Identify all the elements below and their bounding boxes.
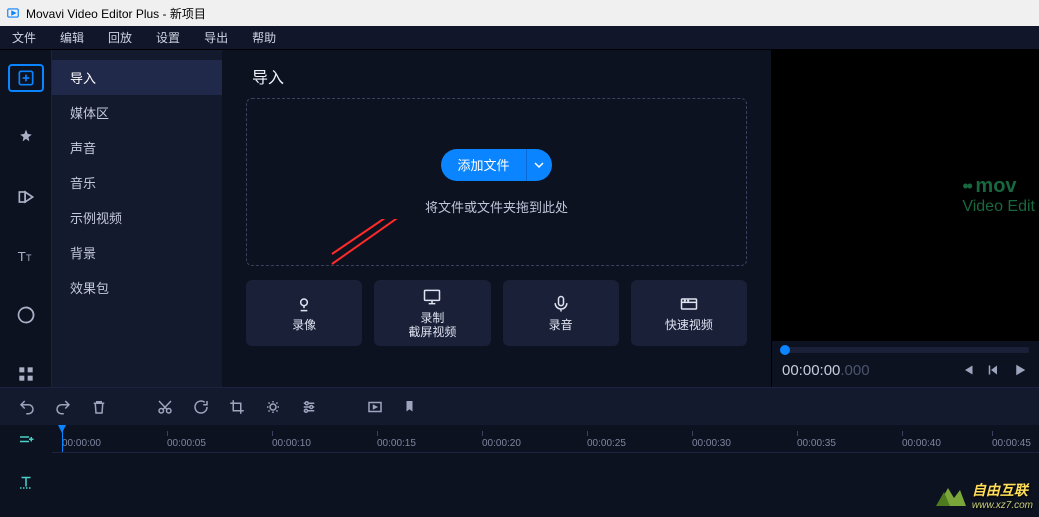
menu-playback[interactable]: 回放 <box>96 29 144 46</box>
menu-export[interactable]: 导出 <box>192 29 240 46</box>
cut-button[interactable] <box>156 398 174 416</box>
ruler-tick: 00:00:00 <box>62 431 101 449</box>
capture-screen-label: 录制截屏视频 <box>408 311 456 340</box>
nav-item-effectpacks[interactable]: 效果包 <box>52 270 222 305</box>
capture-camera-button[interactable]: 录像 <box>246 280 362 346</box>
menu-help[interactable]: 帮助 <box>240 29 288 46</box>
play-button[interactable] <box>1011 361 1029 379</box>
add-track-button[interactable] <box>17 431 35 449</box>
import-nav: 导入 媒体区 声音 音乐 示例视频 背景 效果包 <box>52 50 222 387</box>
playhead[interactable] <box>62 425 63 452</box>
ruler-tick: 00:00:40 <box>902 431 941 449</box>
mic-icon <box>551 294 571 314</box>
nav-item-media[interactable]: 媒体区 <box>52 95 222 130</box>
preview-viewport: •• mov Video Edit <box>772 50 1039 341</box>
svg-text:T: T <box>26 253 32 263</box>
capture-audio-label: 录音 <box>549 318 573 332</box>
nav-item-import[interactable]: 导入 <box>52 60 222 95</box>
preview-seekbar[interactable] <box>782 347 1029 353</box>
timeline: 00:00:00 00:00:05 00:00:10 00:00:15 00:0… <box>0 425 1039 517</box>
drop-hint: 将文件或文件夹拖到此处 <box>425 197 568 216</box>
ruler-tick: 00:00:35 <box>797 431 836 449</box>
redo-button[interactable] <box>54 398 72 416</box>
menu-settings[interactable]: 设置 <box>144 29 192 46</box>
annotation-arrow <box>327 219 477 269</box>
chevron-down-icon <box>534 160 544 170</box>
svg-text:T: T <box>17 249 25 264</box>
add-files-dropdown[interactable] <box>526 149 552 181</box>
text-track-button[interactable] <box>17 473 35 491</box>
capture-row: 录像 录制截屏视频 录音 快速视频 <box>246 280 747 346</box>
transition-wizard-button[interactable] <box>366 398 384 416</box>
nav-item-samplevideo[interactable]: 示例视频 <box>52 200 222 235</box>
capture-audio-button[interactable]: 录音 <box>503 280 619 346</box>
preview-controls: 00:00:00.000 <box>772 357 1039 387</box>
crop-button[interactable] <box>228 398 246 416</box>
nav-item-music[interactable]: 音乐 <box>52 165 222 200</box>
marker-button[interactable] <box>402 398 420 416</box>
timeline-left-controls <box>0 425 52 517</box>
ruler-tick: 00:00:25 <box>587 431 626 449</box>
ruler-tick: 00:00:05 <box>167 431 206 449</box>
menu-file[interactable]: 文件 <box>0 29 48 46</box>
step-back-button[interactable] <box>985 361 1003 379</box>
panel-title: 导入 <box>246 64 747 88</box>
window-title: Movavi Video Editor Plus - 新项目 <box>26 5 206 22</box>
tool-more[interactable] <box>8 360 44 387</box>
quick-video-label: 快速视频 <box>665 318 713 332</box>
preview-pane: •• mov Video Edit 00:00:00.000 <box>771 50 1039 387</box>
menubar: 文件 编辑 回放 设置 导出 帮助 <box>0 26 1039 50</box>
tool-strip: TT <box>0 50 52 387</box>
tool-transitions[interactable] <box>8 183 44 210</box>
color-button[interactable] <box>264 398 282 416</box>
timeline-tracks[interactable] <box>52 453 1039 517</box>
site-watermark: 自由互联 www.xz7.com <box>934 480 1033 511</box>
tool-import[interactable] <box>8 64 44 92</box>
seek-knob[interactable] <box>780 345 790 355</box>
ruler-tick: 00:00:30 <box>692 431 731 449</box>
timeline-toolbar <box>0 387 1039 425</box>
add-files-button[interactable]: 添加文件 <box>441 149 551 181</box>
quickvideo-icon <box>679 294 699 314</box>
timecode: 00:00:00.000 <box>782 361 870 379</box>
ruler-tick: 00:00:10 <box>272 431 311 449</box>
undo-button[interactable] <box>18 398 36 416</box>
adjust-button[interactable] <box>300 398 318 416</box>
nav-item-backgrounds[interactable]: 背景 <box>52 235 222 270</box>
add-files-label: 添加文件 <box>441 155 525 174</box>
tool-stickers[interactable] <box>8 301 44 328</box>
prev-frame-button[interactable] <box>959 361 977 379</box>
capture-camera-label: 录像 <box>292 318 316 332</box>
screen-icon <box>422 287 442 307</box>
delete-button[interactable] <box>90 398 108 416</box>
ruler-tick: 00:00:45 <box>992 431 1031 449</box>
tool-titles[interactable]: TT <box>8 242 44 269</box>
watermark-logo-icon <box>934 482 968 510</box>
drop-zone[interactable]: 添加文件 将文件或文件夹拖到此处 <box>246 98 747 266</box>
nav-item-sounds[interactable]: 声音 <box>52 130 222 165</box>
timeline-ruler[interactable]: 00:00:00 00:00:05 00:00:10 00:00:15 00:0… <box>52 425 1039 453</box>
app-icon <box>6 6 20 20</box>
ruler-tick: 00:00:15 <box>377 431 416 449</box>
rotate-button[interactable] <box>192 398 210 416</box>
capture-screen-button[interactable]: 录制截屏视频 <box>374 280 490 346</box>
tool-filters[interactable] <box>8 124 44 151</box>
import-panel: 导入 添加文件 将文件或文件夹拖到此处 录像 <box>222 50 771 387</box>
timeline-body[interactable]: 00:00:00 00:00:05 00:00:10 00:00:15 00:0… <box>52 425 1039 517</box>
menu-edit[interactable]: 编辑 <box>48 29 96 46</box>
camera-icon <box>294 294 314 314</box>
window-titlebar: Movavi Video Editor Plus - 新项目 <box>0 0 1039 26</box>
preview-watermark: •• mov Video Edit <box>962 175 1039 216</box>
ruler-tick: 00:00:20 <box>482 431 521 449</box>
quick-video-button[interactable]: 快速视频 <box>631 280 747 346</box>
